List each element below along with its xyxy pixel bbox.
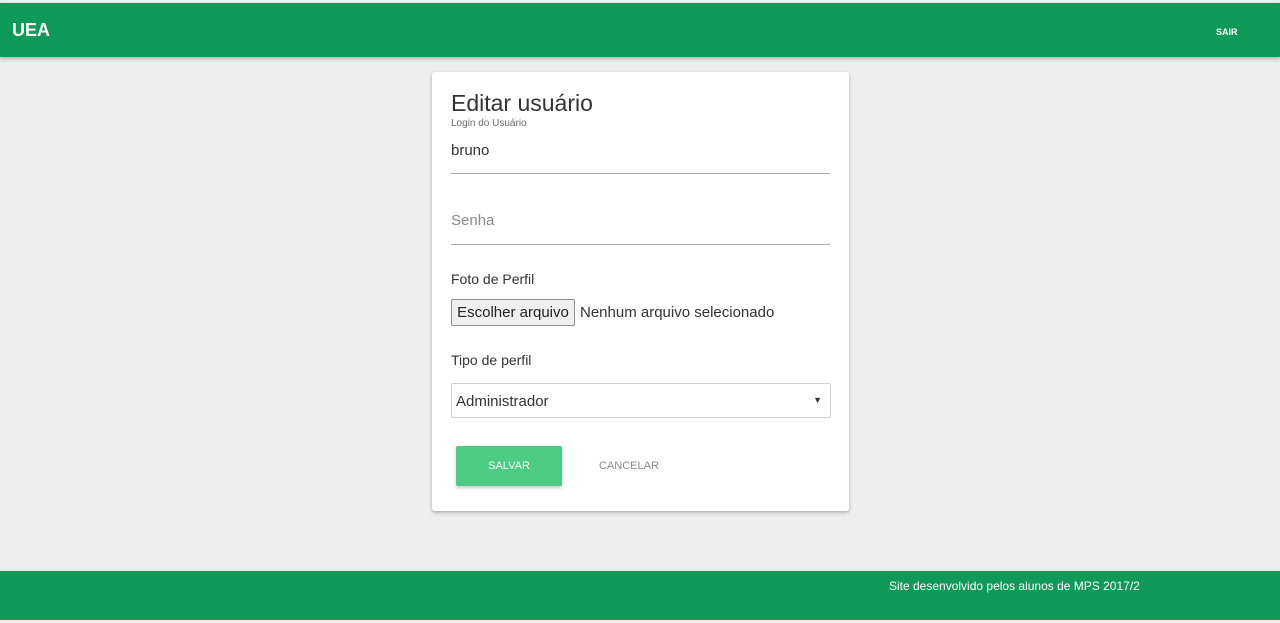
profile-photo-label: Foto de Perfil xyxy=(451,271,535,287)
choose-file-button[interactable]: Escolher arquivo xyxy=(451,299,575,326)
profile-type-selected-value: Administrador xyxy=(456,393,549,410)
logout-button[interactable]: SAIR xyxy=(1216,27,1238,37)
save-button[interactable]: SALVAR xyxy=(456,446,562,486)
login-input[interactable]: bruno xyxy=(451,142,489,159)
top-navbar: UEA SAIR xyxy=(0,3,1280,57)
password-input-underline xyxy=(451,244,830,245)
login-field-label: Login do Usuário xyxy=(451,118,527,129)
caret-down-icon: ▼ xyxy=(813,395,822,405)
file-status-text: Nenhum arquivo selecionado xyxy=(580,304,775,321)
login-input-underline xyxy=(451,173,830,174)
brand-logo[interactable]: UEA xyxy=(12,20,50,41)
footer: Site desenvolvido pelos alunos de MPS 20… xyxy=(0,571,1280,620)
profile-type-label: Tipo de perfil xyxy=(451,352,532,368)
password-input[interactable]: Senha xyxy=(451,212,494,229)
edit-user-card: Editar usuário Login do Usuário bruno Se… xyxy=(432,72,849,511)
profile-type-select[interactable]: Administrador ▼ xyxy=(451,383,831,418)
page-title: Editar usuário xyxy=(451,90,593,116)
cancel-button[interactable]: CANCELAR xyxy=(599,446,679,486)
footer-text: Site desenvolvido pelos alunos de MPS 20… xyxy=(889,579,1140,593)
